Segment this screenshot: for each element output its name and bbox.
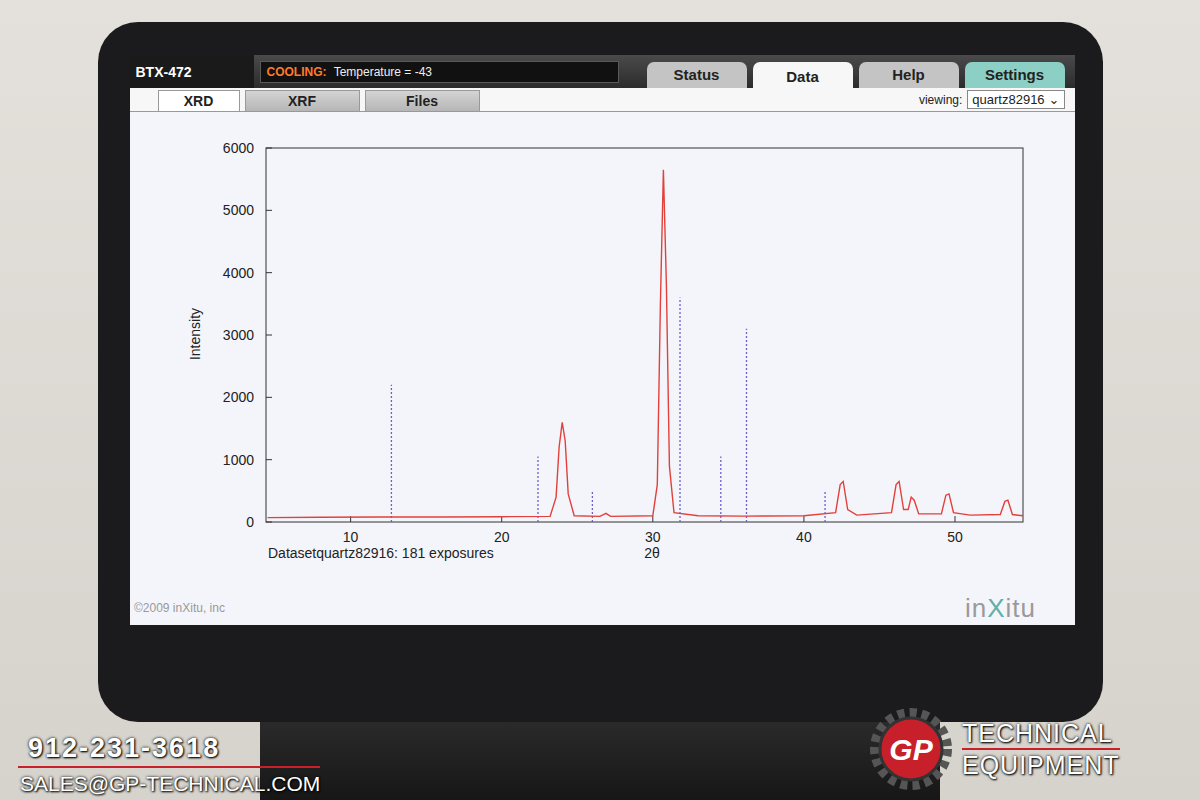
photo-backdrop: BTX-472 COOLING: Temperature = -43 Statu… (0, 0, 1200, 800)
reference-stick (824, 491, 825, 522)
xrd-chart: 0 1000 2000 3000 4000 5000 6000 10 20 30 40 50 Inten… (130, 112, 1075, 625)
subtabs: XRDXRFFiles (130, 90, 480, 111)
y-tick-label: 5000 (222, 202, 253, 218)
x-tick (803, 516, 804, 522)
x-tick-label: 30 (645, 529, 661, 545)
phone: 912-231-3618 (18, 733, 320, 768)
dataset-caption: Datasetquartz82916: 181 exposures (268, 545, 494, 561)
x-tick (954, 516, 955, 522)
device-base (260, 722, 940, 800)
subtab-row: XRDXRFFiles viewing: quartz82916 ⌄ (130, 88, 1075, 112)
gear-icon: GP (866, 704, 956, 794)
plot-frame (266, 148, 1023, 522)
y-tick (266, 272, 272, 273)
y-tick-label: 4000 (222, 265, 253, 281)
x-tick-label: 20 (493, 529, 509, 545)
y-tick (266, 522, 272, 523)
viewing-control: viewing: quartz82916 ⌄ (919, 90, 1075, 109)
dropdown-icon: ⌄ (1049, 93, 1060, 106)
screen: BTX-472 COOLING: Temperature = -43 Statu… (130, 55, 1075, 625)
inxitu-logo: inXitu (965, 593, 1036, 623)
reference-stick (679, 298, 680, 522)
y-tick (266, 210, 272, 211)
email: SALES@GP-TECHNICAL.COM (18, 772, 320, 796)
x-tick-label: 50 (947, 529, 963, 545)
subtab[interactable]: XRF (245, 90, 360, 111)
main-tab[interactable]: Help (859, 62, 959, 88)
subtab[interactable]: Files (365, 90, 480, 111)
brand-line: TECHNICAL (962, 718, 1120, 750)
main-tab[interactable]: Status (647, 62, 747, 88)
brand-mark: GP (889, 733, 933, 766)
y-tick-label: 1000 (222, 452, 253, 468)
logo-part: itu (1005, 593, 1035, 623)
status-box: COOLING: Temperature = -43 (260, 61, 619, 83)
logo-part: in (965, 593, 987, 623)
reference-stick (745, 329, 746, 522)
reference-stick (537, 457, 538, 522)
y-tick-label: 2000 (222, 389, 253, 405)
main-tabs: StatusDataHelpSettings (647, 62, 1075, 88)
y-tick (266, 148, 272, 149)
main-tab[interactable]: Settings (965, 62, 1065, 88)
reference-stick (591, 491, 592, 522)
header-bar: BTX-472 COOLING: Temperature = -43 Statu… (130, 55, 1075, 88)
x-tick (652, 516, 653, 522)
viewing-value: quartz82916 (972, 92, 1044, 107)
y-tick-label: 6000 (222, 140, 253, 156)
y-tick-label: 0 (246, 514, 254, 530)
y-tick (266, 335, 272, 336)
y-tick (266, 459, 272, 460)
copyright: ©2009 inXitu, inc (134, 601, 225, 615)
y-tick (266, 397, 272, 398)
x-axis-label: 2θ (644, 545, 660, 561)
logo-part: X (987, 593, 1005, 623)
status-label: COOLING: (267, 65, 327, 79)
subtab[interactable]: XRD (158, 90, 240, 111)
device-name: BTX-472 (130, 55, 254, 88)
x-tick-label: 10 (342, 529, 358, 545)
viewing-label: viewing: (919, 93, 962, 107)
brand-overlay: GP TECHNICALEQUIPMENT (866, 704, 1120, 794)
y-tick-label: 3000 (222, 327, 253, 343)
pattern-line (267, 170, 1023, 518)
y-axis-label: Intensity (187, 308, 203, 360)
main-tab[interactable]: Data (753, 62, 853, 88)
brand-name: TECHNICALEQUIPMENT (962, 718, 1120, 780)
reference-stick (720, 457, 721, 522)
reference-stick (390, 385, 391, 522)
viewing-select[interactable]: quartz82916 ⌄ (967, 90, 1064, 109)
brand-line: EQUIPMENT (962, 750, 1120, 780)
contact-overlay: 912-231-3618 SALES@GP-TECHNICAL.COM (18, 733, 320, 796)
tablet-bezel: BTX-472 COOLING: Temperature = -43 Statu… (98, 22, 1103, 722)
status-text: Temperature = -43 (334, 65, 432, 79)
x-tick-label: 40 (796, 529, 812, 545)
